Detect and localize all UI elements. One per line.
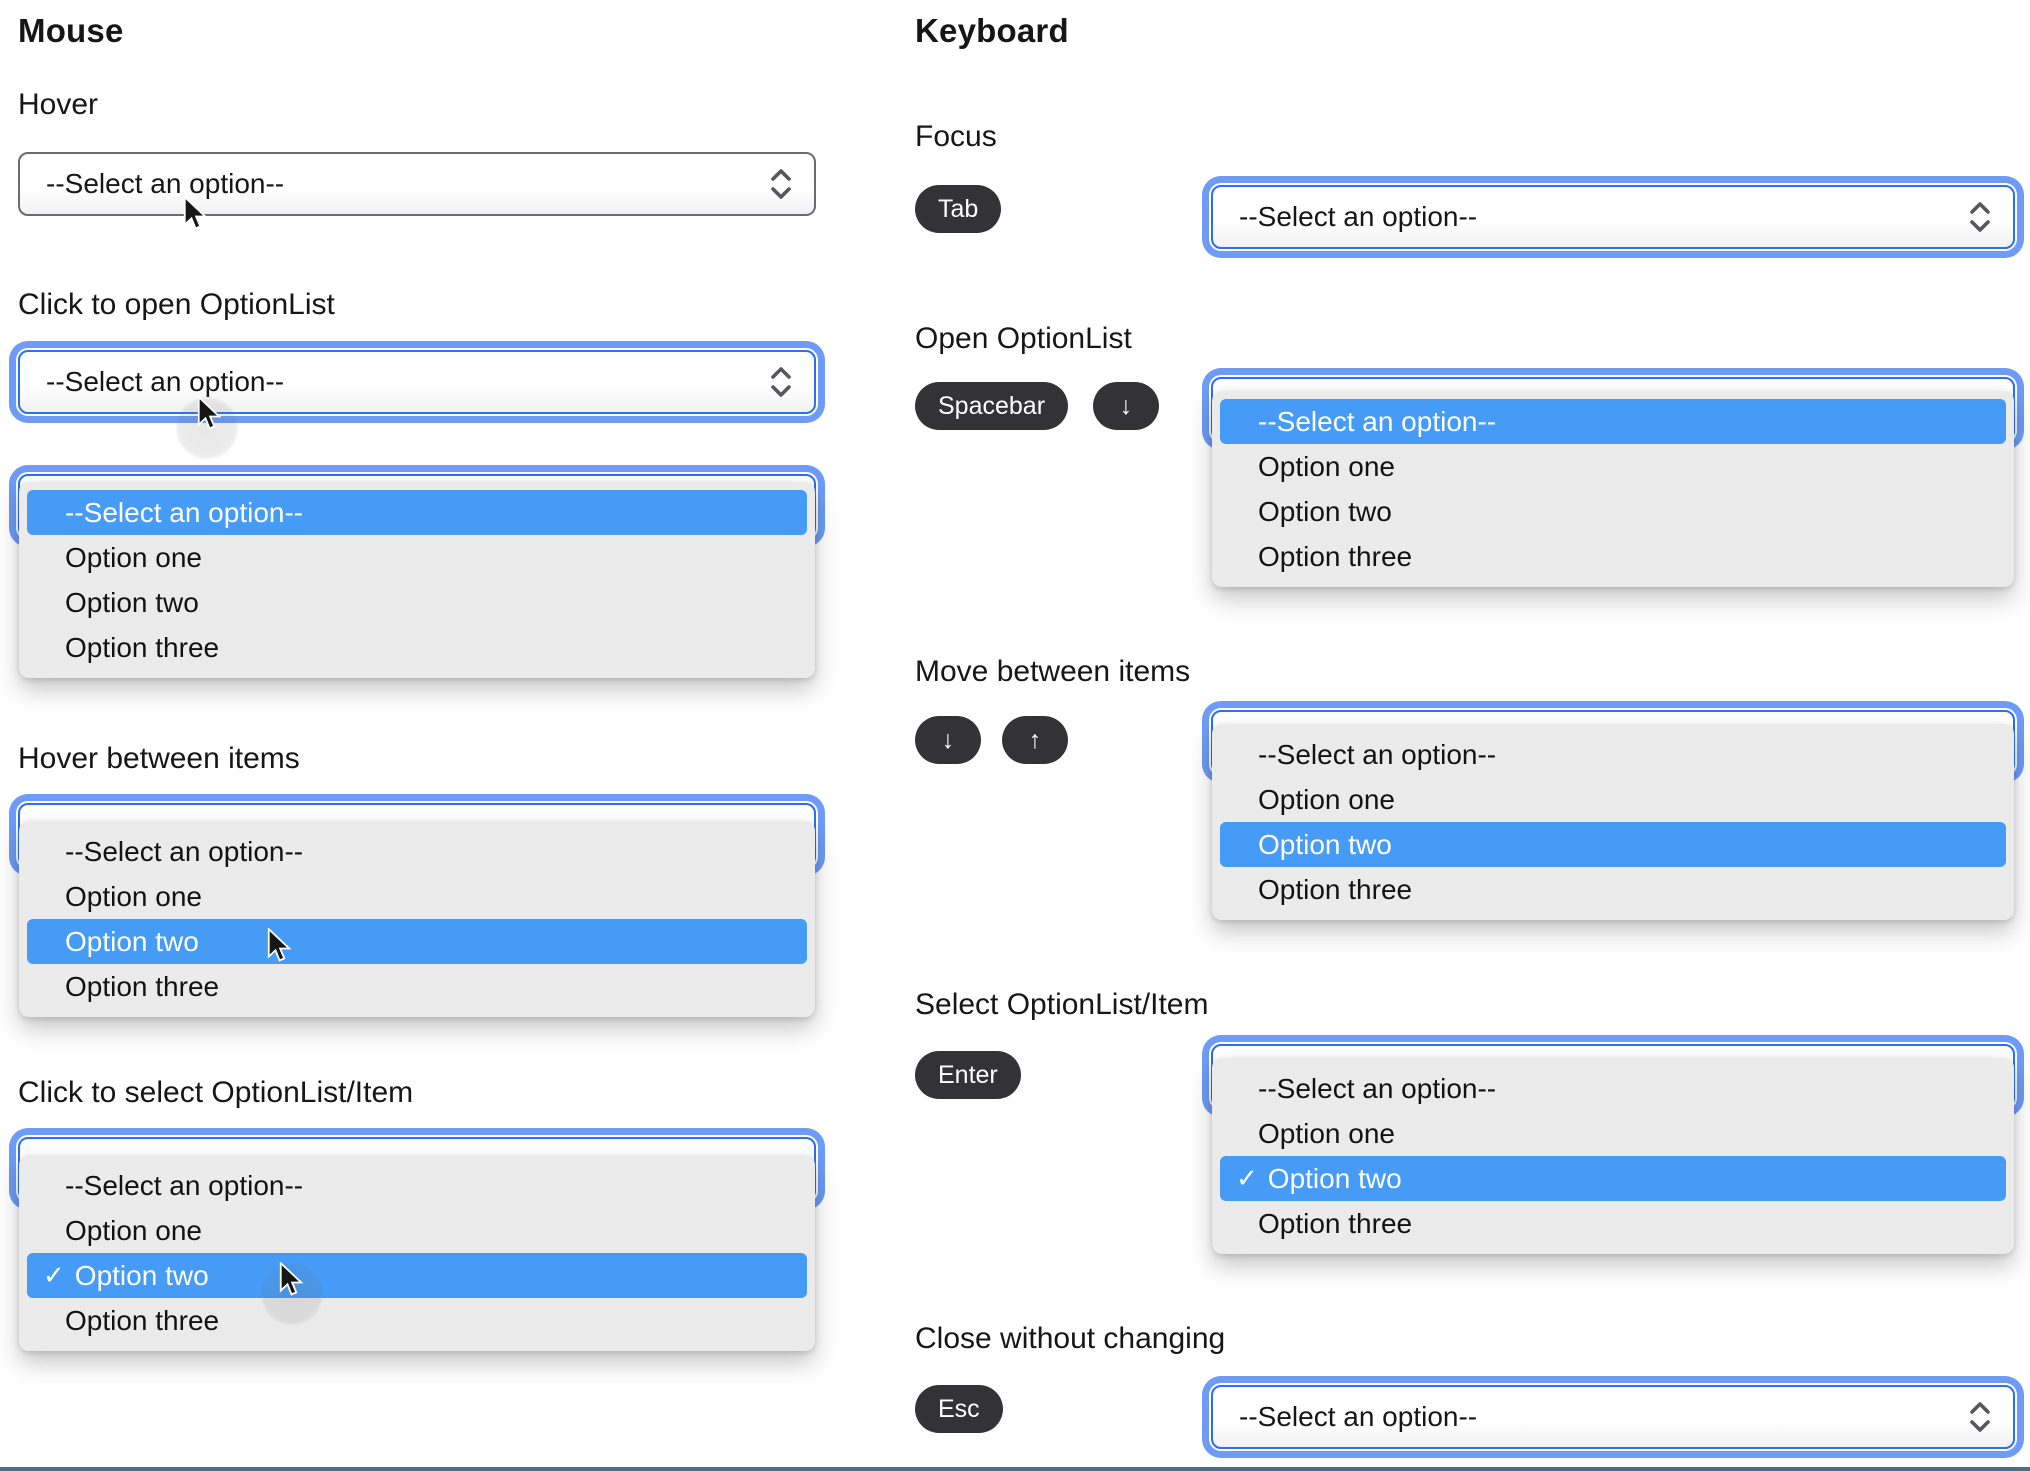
key-esc: Esc [915, 1385, 1003, 1433]
select-chevron-icon [768, 166, 794, 202]
select-value: --Select an option-- [1239, 1401, 1478, 1432]
section-title-click-select: Click to select OptionList/Item [18, 1076, 414, 1109]
section-title-open-optionlist: Open OptionList [915, 322, 1132, 355]
checkmark-icon: ✓ [1236, 1163, 1258, 1193]
option-label: Option two [74, 1260, 209, 1291]
option-select-an-option[interactable]: --Select an option-- [1220, 1066, 2006, 1111]
option-label: Option two [1267, 1163, 1402, 1194]
mouse-cursor-icon [278, 1261, 306, 1298]
bottom-divider [0, 1467, 2030, 1471]
option-select-an-option[interactable]: --Select an option-- [1220, 732, 2006, 777]
option-select-an-option[interactable]: --Select an option-- [27, 1163, 807, 1208]
option-one[interactable]: Option one [1220, 1111, 2006, 1156]
key-enter: Enter [915, 1051, 1021, 1099]
option-list: --Select an option-- Option one Option t… [19, 821, 815, 1017]
select-trigger-focused[interactable]: --Select an option-- [1211, 1385, 2015, 1449]
option-one[interactable]: Option one [1220, 444, 2006, 489]
select-chevron-icon [768, 364, 794, 400]
select-value: --Select an option-- [46, 366, 285, 397]
option-three[interactable]: Option three [27, 1298, 807, 1343]
select-trigger-focused[interactable]: --Select an option-- [1211, 185, 2015, 249]
option-select-an-option[interactable]: --Select an option-- [27, 490, 807, 535]
option-three[interactable]: Option three [1220, 1201, 2006, 1246]
open-select-composite: --Select an option-- Option one Option t… [18, 474, 816, 686]
select-chevron-icon [1967, 199, 1993, 235]
option-list: --Select an option-- Option one Option t… [1212, 391, 2014, 587]
option-two-selected[interactable]: ✓ Option two [1220, 1156, 2006, 1201]
key-arrow-up: ↑ [1002, 716, 1068, 764]
option-three[interactable]: Option three [1220, 867, 2006, 912]
section-title-move-between: Move between items [915, 655, 1191, 688]
option-three[interactable]: Option three [27, 964, 807, 1009]
option-one[interactable]: Option one [27, 1208, 807, 1253]
option-two[interactable]: Option two [27, 580, 807, 625]
select-chevron-icon [1967, 1399, 1993, 1435]
section-title-hover: Hover [18, 88, 99, 121]
option-one[interactable]: Option one [27, 535, 807, 580]
option-two-active[interactable]: Option two [1220, 822, 2006, 867]
open-select-composite: --Select an option-- Option one ✓ Option… [1211, 1044, 2015, 1270]
mouse-cursor-icon [266, 927, 294, 964]
open-select-composite: --Select an option-- Option one ✓ Option… [18, 1137, 816, 1369]
section-title-focus: Focus [915, 120, 997, 153]
option-two-selected[interactable]: ✓ Option two [27, 1253, 807, 1298]
option-list: --Select an option-- Option one Option t… [19, 482, 815, 678]
key-arrow-down: ↓ [1093, 382, 1159, 430]
section-title-close: Close without changing [915, 1322, 1226, 1355]
option-three[interactable]: Option three [27, 625, 807, 670]
keyboard-column-title: Keyboard [915, 12, 1069, 49]
key-spacebar: Spacebar [915, 382, 1069, 430]
option-three[interactable]: Option three [1220, 534, 2006, 579]
option-one[interactable]: Option one [27, 874, 807, 919]
key-arrow-down: ↓ [915, 716, 981, 764]
mouse-column-title: Mouse [18, 12, 124, 49]
select-trigger-focused[interactable]: --Select an option-- [18, 350, 816, 414]
open-select-composite: --Select an option-- Option one Option t… [1211, 377, 2015, 603]
checkmark-icon: ✓ [43, 1260, 65, 1290]
section-title-click-open: Click to open OptionList [18, 288, 335, 321]
key-tab: Tab [915, 185, 1002, 233]
section-title-select-item: Select OptionList/Item [915, 988, 1209, 1021]
option-select-an-option[interactable]: --Select an option-- [1220, 399, 2006, 444]
select-value: --Select an option-- [46, 168, 285, 199]
open-select-composite: --Select an option-- Option one Option t… [1211, 710, 2015, 936]
select-value: --Select an option-- [1239, 201, 1478, 232]
section-title-hover-between: Hover between items [18, 742, 300, 775]
open-select-composite: --Select an option-- Option one Option t… [18, 803, 816, 1035]
page: Mouse Hover --Select an option-- Click t… [0, 0, 2030, 1471]
option-list: --Select an option-- Option one ✓ Option… [1212, 1058, 2014, 1254]
option-two-hovered[interactable]: Option two [27, 919, 807, 964]
option-list: --Select an option-- Option one ✓ Option… [19, 1155, 815, 1351]
select-trigger[interactable]: --Select an option-- [18, 152, 816, 216]
mouse-cursor-icon [182, 195, 210, 232]
option-list: --Select an option-- Option one Option t… [1212, 724, 2014, 920]
mouse-cursor-icon [196, 395, 224, 432]
option-select-an-option[interactable]: --Select an option-- [27, 829, 807, 874]
option-two[interactable]: Option two [1220, 489, 2006, 534]
option-one[interactable]: Option one [1220, 777, 2006, 822]
